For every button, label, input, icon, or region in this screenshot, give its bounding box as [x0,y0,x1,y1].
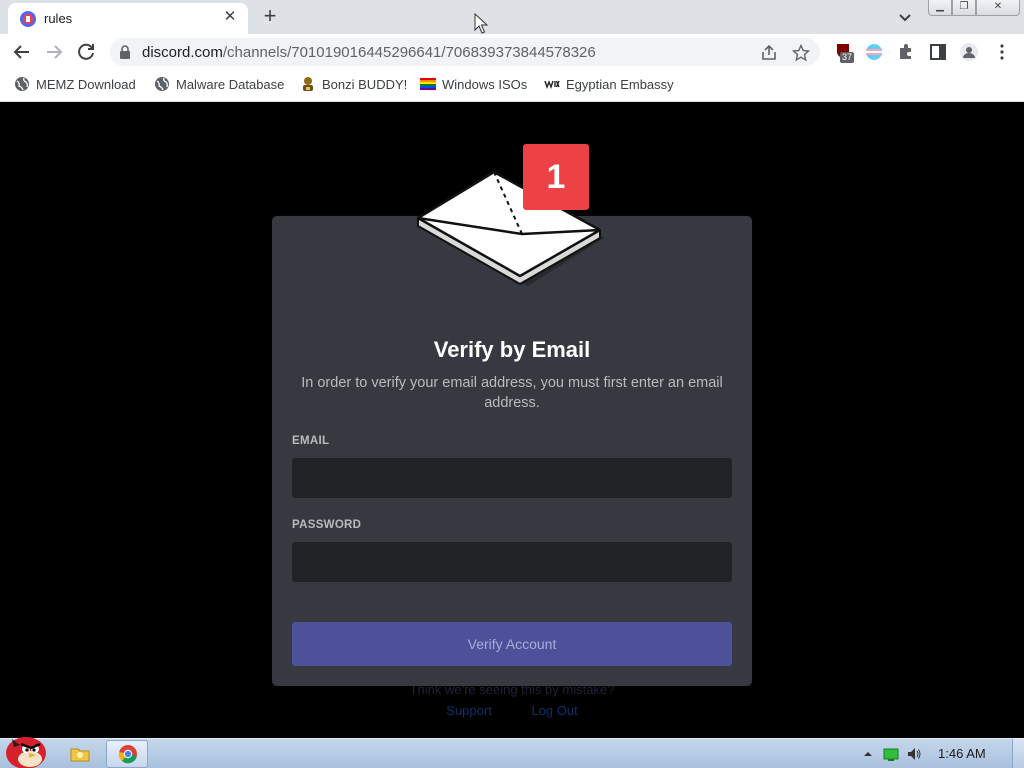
bookmark-windows-isos[interactable]: Windows ISOs [420,76,527,96]
wix-icon [544,80,560,90]
rainbow-flag-icon [420,78,436,90]
taskbar-chrome-button[interactable] [106,740,148,768]
bookmark-memz-download[interactable]: MEMZ Download [14,76,136,96]
modal-description: In order to verify your email address, y… [301,375,723,411]
background-links: Support Log Out [0,703,1024,718]
bookmark-label: Malware Database [176,77,285,92]
password-label: PASSWORD [292,519,362,531]
side-panel-icon[interactable] [928,42,948,62]
bookmark-malware-database[interactable]: Malware Database [154,76,284,96]
browser-toolbar: discord.com/channels/701019016445296641/… [0,34,1024,70]
forward-arrow-icon[interactable] [42,40,66,64]
email-label: EMAIL [292,435,330,447]
tab-strip: rules ✕ + ▁ ❐ ✕ [0,0,1024,34]
share-icon[interactable] [760,44,778,62]
bonzi-icon [303,77,313,91]
tab-title: rules [44,11,73,26]
bookmark-star-icon[interactable] [792,44,810,62]
email-field[interactable] [292,458,732,498]
close-window-button[interactable]: ✕ [976,0,1020,16]
globe-icon [15,77,29,91]
extensions-puzzle-icon[interactable] [896,42,916,62]
bookmark-bonzi-buddy[interactable]: Bonzi BUDDY! [300,76,407,96]
network-status-icon[interactable] [883,746,899,762]
notification-count-badge: 1 [523,144,589,210]
modal-title: Verify by Email [433,337,591,362]
ublock-extension-icon[interactable]: 37 [834,42,855,63]
address-bar[interactable]: discord.com/channels/701019016445296641/… [110,38,820,66]
volume-icon[interactable] [906,746,922,762]
tab-search-chevron-icon[interactable] [894,6,916,28]
maximize-button[interactable]: ❐ [952,0,976,16]
profile-avatar-icon[interactable] [959,42,979,62]
reload-icon[interactable] [74,40,98,64]
password-field[interactable] [292,542,732,582]
back-arrow-icon[interactable] [10,40,34,64]
bookmark-label: Bonzi BUDDY! [322,77,408,92]
browser-tab[interactable]: rules ✕ [8,3,248,34]
lock-icon[interactable] [118,44,132,60]
taskbar-clock[interactable]: 1:46 AM [938,746,986,761]
chrome-menu-icon[interactable] [992,42,1012,62]
bookmark-egyptian-embassy[interactable]: Egyptian Embassy [544,76,674,96]
bookmarks-bar: MEMZ Download Malware Database Bonzi BUD… [0,70,1024,102]
mouse-cursor-icon [474,13,489,34]
bookmark-label: Egyptian Embassy [566,77,674,92]
bookmark-label: MEMZ Download [36,77,136,92]
support-link[interactable]: Support [446,703,492,718]
show-desktop-button[interactable] [1012,739,1024,768]
globe-icon [155,77,169,91]
verify-account-button[interactable]: Verify Account [292,622,732,666]
url-text[interactable]: discord.com/channels/701019016445296641/… [142,44,596,61]
tab-close-icon[interactable]: ✕ [220,7,240,27]
angry-bird-start-icon[interactable] [2,729,50,768]
discord-page: Think we're seeing this by mistake? Supp… [0,103,1024,737]
bookmark-label: Windows ISOs [442,77,528,92]
show-hidden-icons-icon[interactable] [860,746,876,762]
chrome-icon [118,745,137,764]
extension-badge: 37 [840,52,855,63]
trans-flag-extension-icon[interactable] [864,42,884,62]
explorer-folder-icon[interactable] [68,742,92,766]
new-tab-button[interactable]: + [258,4,282,28]
windows-taskbar: 1:46 AM [0,737,1024,768]
log-out-link[interactable]: Log Out [531,703,577,718]
minimize-button[interactable]: ▁ [928,0,952,16]
url-host: discord.com [142,44,223,61]
discord-server-icon [20,11,36,27]
url-path: /channels/701019016445296641/70683937384… [222,44,596,61]
